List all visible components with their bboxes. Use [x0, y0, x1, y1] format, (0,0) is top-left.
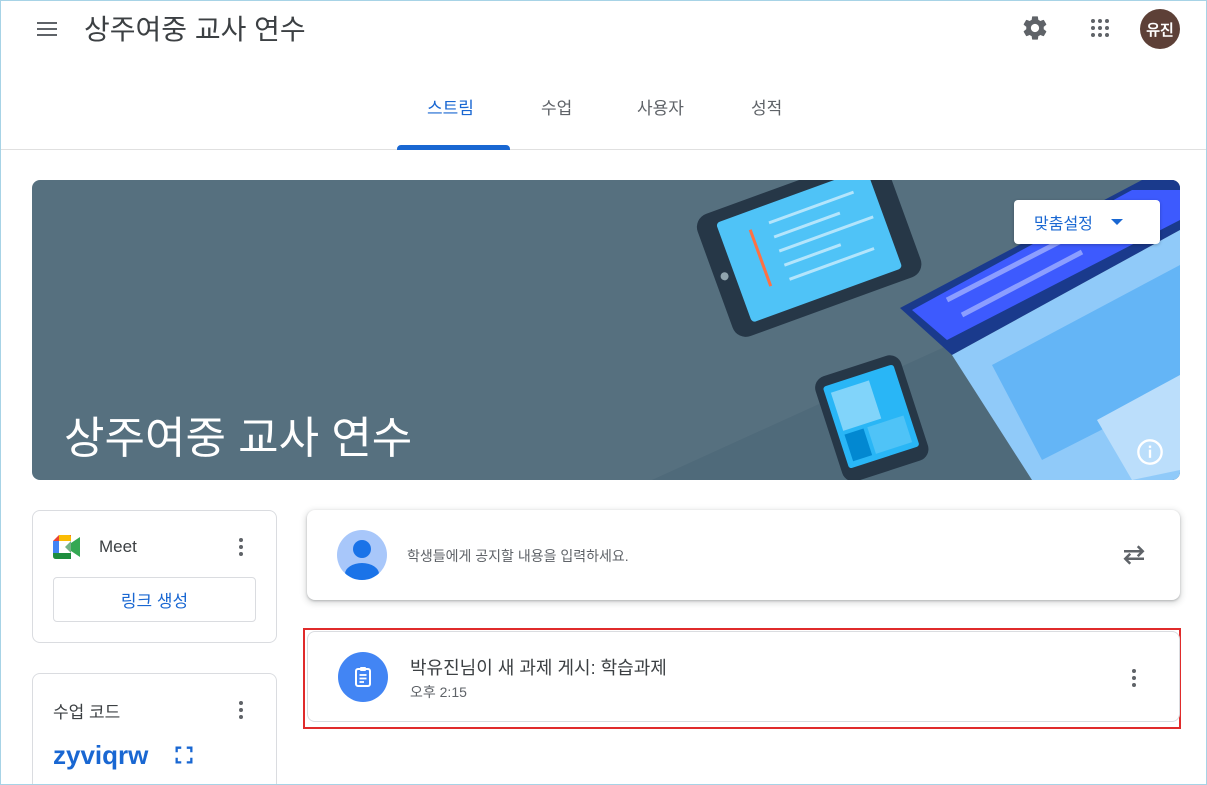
more-vert-icon [239, 538, 243, 542]
more-vert-icon [239, 701, 243, 705]
post-time: 오후 2:15 [410, 684, 467, 700]
gear-icon [1023, 16, 1047, 40]
class-code-label: 수업 코드 [53, 703, 121, 722]
post-more-button[interactable] [1122, 666, 1146, 690]
customize-button[interactable]: 맞춤설정 [1014, 200, 1160, 244]
app-header: 상주여중 교사 연수 유진 스트림 수업 사용자 성적 [0, 0, 1207, 150]
meet-label: Meet [99, 537, 137, 556]
class-tabs: 스트림 수업 사용자 성적 [0, 70, 1207, 150]
fullscreen-icon[interactable] [173, 744, 195, 766]
info-icon[interactable] [1136, 438, 1164, 466]
hamburger-menu-icon [37, 22, 57, 36]
customize-label: 맞춤설정 [1034, 216, 1093, 233]
tab-classwork[interactable]: 수업 [541, 94, 572, 119]
person-icon [345, 540, 379, 580]
class-code-card: 수업 코드 zyviqrw [32, 673, 277, 785]
tab-people[interactable]: 사용자 [637, 94, 684, 119]
announcement-composer[interactable]: 학생들에게 공지할 내용을 입력하세요. [307, 510, 1180, 600]
user-avatar [337, 530, 387, 580]
more-vert-icon [1132, 676, 1136, 680]
generate-link-button[interactable]: 링크 생성 [53, 577, 256, 622]
more-vert-icon [1132, 683, 1136, 687]
google-meet-icon [53, 535, 80, 559]
repost-icon[interactable] [1119, 540, 1149, 570]
active-tab-indicator [397, 145, 510, 150]
more-vert-icon [239, 552, 243, 556]
more-vert-icon [239, 708, 243, 712]
clipboard-icon [355, 667, 371, 687]
more-vert-icon [1132, 669, 1136, 673]
meet-card: Meet 링크 생성 [32, 510, 277, 643]
announcement-placeholder: 학생들에게 공지할 내용을 입력하세요. [407, 548, 629, 564]
assignment-icon [338, 652, 388, 702]
tab-grades[interactable]: 성적 [751, 94, 782, 119]
google-apps-button[interactable] [1082, 10, 1118, 46]
class-code-value: zyviqrw [53, 740, 149, 770]
banner-title: 상주여중 교사 연수 [64, 414, 413, 463]
class-title[interactable]: 상주여중 교사 연수 [84, 8, 306, 48]
more-vert-icon [239, 715, 243, 719]
apps-grid-icon [1091, 19, 1109, 37]
class-banner: 상주여중 교사 연수 맞춤설정 [32, 180, 1180, 480]
class-code-more-button[interactable] [229, 698, 253, 722]
account-avatar[interactable]: 유진 [1140, 9, 1180, 49]
settings-button[interactable] [1017, 10, 1053, 46]
meet-more-button[interactable] [229, 535, 253, 559]
more-vert-icon [239, 545, 243, 549]
caret-down-icon [1110, 219, 1123, 225]
stream-post[interactable]: 박유진님이 새 과제 게시: 학습과제 오후 2:15 [307, 631, 1180, 722]
post-title: 박유진님이 새 과제 게시: 학습과제 [410, 658, 667, 678]
main-menu-button[interactable] [30, 12, 64, 46]
tab-stream[interactable]: 스트림 [427, 94, 474, 119]
